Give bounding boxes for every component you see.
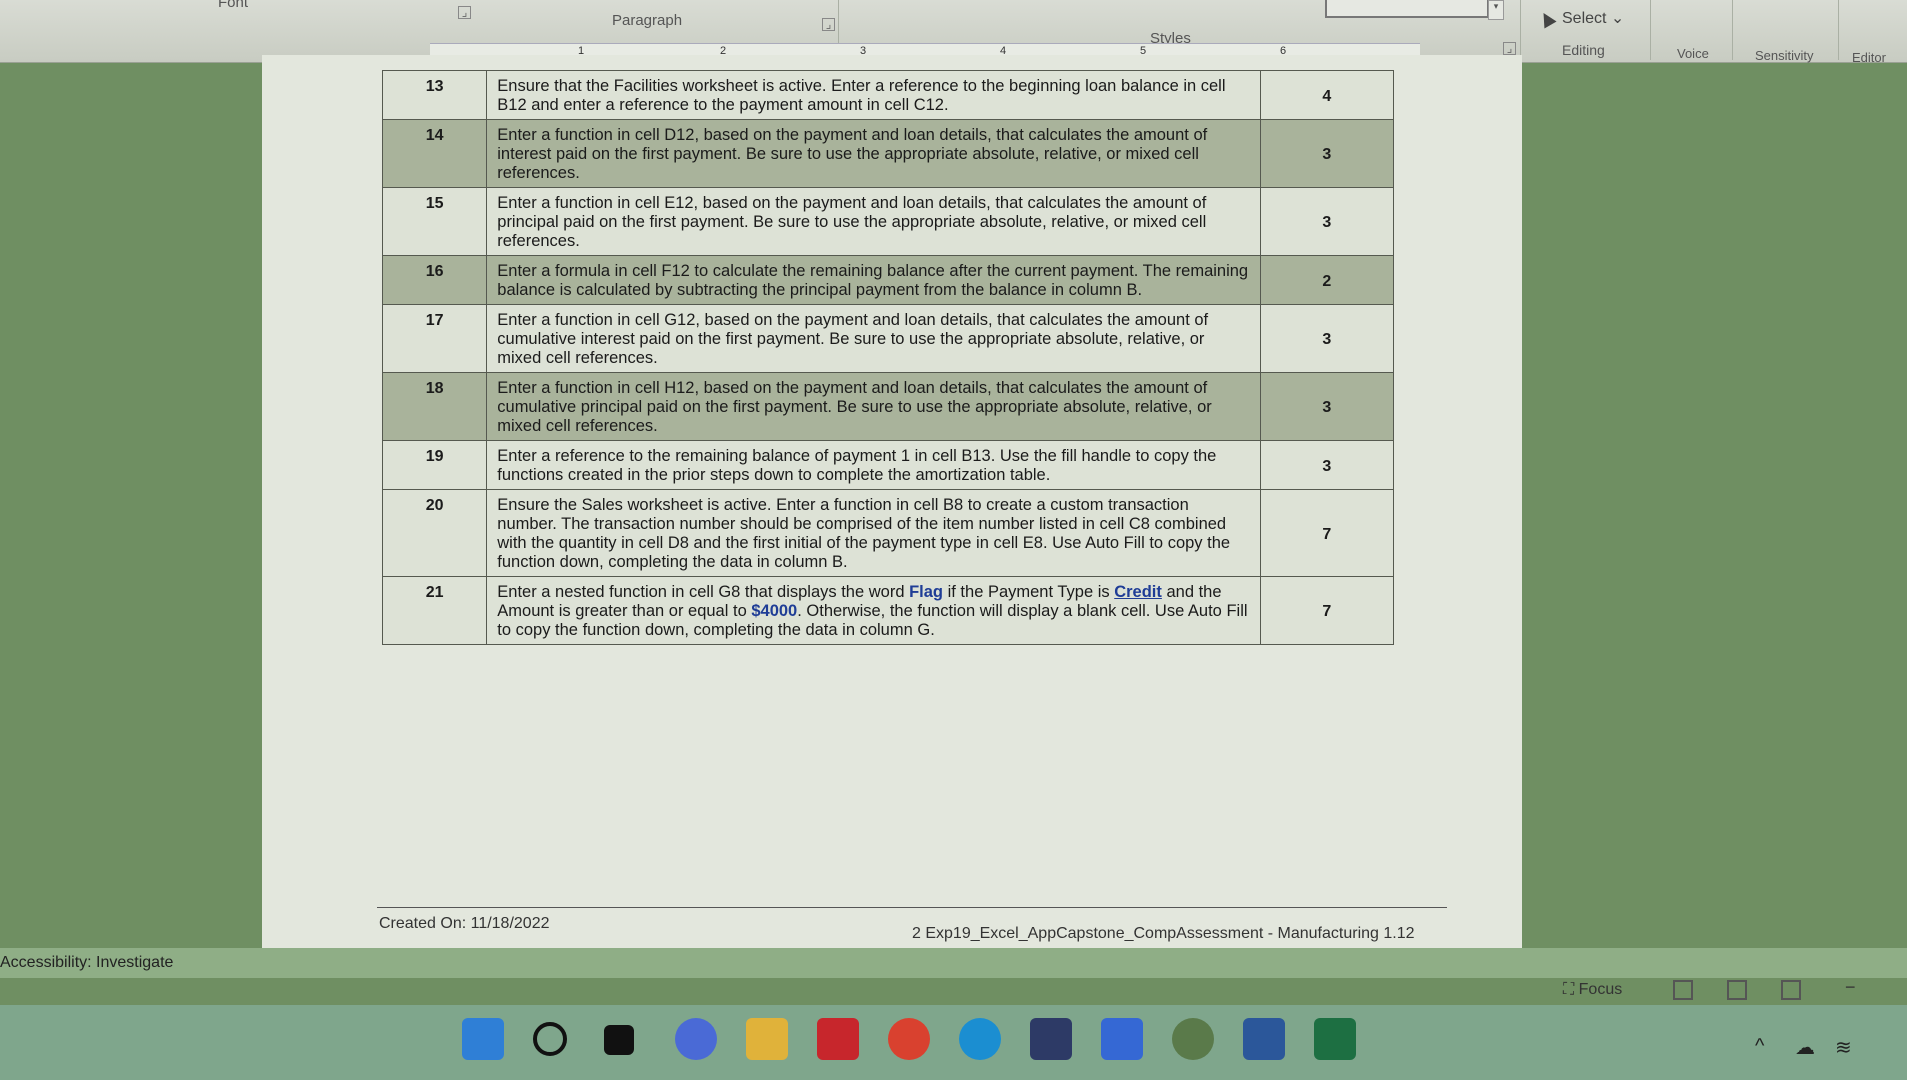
step-description[interactable]: Enter a function in cell G12, based on t…	[486, 304, 1261, 373]
step-description[interactable]: Ensure the Sales worksheet is active. En…	[486, 489, 1261, 577]
step-points: 7	[1259, 576, 1395, 645]
step-number: 18	[381, 372, 488, 441]
step-points: 2	[1259, 255, 1395, 305]
table-row: 16 Enter a formula in cell F12 to calcul…	[381, 255, 1395, 305]
table-row: 13 Ensure that the Facilities worksheet …	[381, 70, 1395, 120]
taskbar: ^ ☁ ≋	[0, 1005, 1907, 1080]
step-number: 21	[381, 576, 488, 645]
step-points: 4	[1259, 70, 1395, 120]
font-group-label: Font	[218, 0, 249, 11]
ribbon-divider	[1732, 0, 1733, 60]
styles-more-icon[interactable]: ▾	[1488, 0, 1504, 20]
step-number: 15	[381, 187, 488, 256]
sensitivity-group-label: Sensitivity	[1755, 48, 1814, 63]
focus-icon: ⛶	[1563, 981, 1575, 998]
step-points: 3	[1259, 304, 1395, 373]
styles-dialog-launcher-icon[interactable]: ⌟	[1503, 42, 1516, 55]
table-row: 17 Enter a function in cell G12, based o…	[381, 304, 1395, 373]
step-description[interactable]: Enter a formula in cell F12 to calculate…	[486, 255, 1261, 305]
start-icon[interactable]	[462, 1018, 504, 1060]
table-row: 21 Enter a nested function in cell G8 th…	[381, 576, 1395, 645]
text-run: if the Payment Type is	[943, 583, 1115, 601]
step-number: 19	[381, 440, 488, 490]
cursor-arrow-icon	[1537, 9, 1557, 29]
step-description[interactable]: Enter a function in cell D12, based on t…	[486, 119, 1261, 188]
ribbon-divider	[1520, 0, 1521, 60]
select-label: Select	[1562, 10, 1607, 27]
editing-group-label: Editing	[1562, 42, 1605, 58]
flag-keyword: Flag	[909, 583, 944, 601]
steps-table: 13 Ensure that the Facilities worksheet …	[381, 70, 1395, 645]
step-number: 17	[381, 304, 488, 373]
search-icon[interactable]	[533, 1022, 567, 1056]
step-description[interactable]: Enter a reference to the remaining balan…	[486, 440, 1261, 490]
step-points: 3	[1259, 187, 1395, 256]
focus-mode-button[interactable]: ⛶ Focus	[1563, 981, 1622, 999]
zoom-out-icon[interactable]: −	[1845, 977, 1856, 998]
document-page[interactable]: 13 Ensure that the Facilities worksheet …	[262, 55, 1522, 950]
table-row: 20 Ensure the Sales worksheet is active.…	[381, 489, 1395, 577]
step-points: 3	[1259, 372, 1395, 441]
status-bar: Accessibility: Investigate	[0, 948, 1907, 978]
task-view-icon[interactable]	[604, 1025, 634, 1055]
print-layout-icon[interactable]	[1727, 980, 1747, 1000]
chevron-down-icon: ⌄	[1610, 10, 1625, 27]
step-number: 14	[381, 119, 488, 188]
step-number: 20	[381, 489, 488, 577]
footer-page-info: 2 Exp19_Excel_AppCapstone_CompAssessment…	[912, 925, 1415, 942]
step-points: 7	[1259, 489, 1395, 577]
chrome-icon[interactable]	[888, 1018, 930, 1060]
accessibility-status[interactable]: Accessibility: Investigate	[0, 954, 173, 972]
table-row: 19 Enter a reference to the remaining ba…	[381, 440, 1395, 490]
step-points: 3	[1259, 119, 1395, 188]
text-run: Enter a nested function in cell G8 that …	[497, 583, 910, 601]
paragraph-dialog-launcher-icon[interactable]: ⌟	[822, 18, 835, 31]
chat-icon[interactable]	[675, 1018, 717, 1060]
view-controls: ⛶ Focus −	[1555, 975, 1907, 1005]
focus-label: Focus	[1578, 981, 1623, 998]
table-row: 15 Enter a function in cell E12, based o…	[381, 187, 1395, 256]
table-row: 14 Enter a function in cell D12, based o…	[381, 119, 1395, 188]
read-mode-icon[interactable]	[1673, 980, 1693, 1000]
excel-icon[interactable]	[1314, 1018, 1356, 1060]
paragraph-group-label: Paragraph	[612, 12, 683, 29]
footer-divider	[377, 907, 1447, 908]
step-description[interactable]: Ensure that the Facilities worksheet is …	[486, 70, 1261, 120]
web-layout-icon[interactable]	[1781, 980, 1801, 1000]
chevron-up-icon[interactable]: ^	[1755, 1035, 1764, 1058]
step-number: 16	[381, 255, 488, 305]
cloud-icon[interactable]: ☁	[1795, 1035, 1815, 1060]
ribbon-divider	[1838, 0, 1839, 60]
step-description[interactable]: Enter a function in cell E12, based on t…	[486, 187, 1261, 256]
chrome-profile-icon[interactable]	[1172, 1018, 1214, 1060]
store-icon[interactable]	[1030, 1018, 1072, 1060]
editor-group-label: Editor	[1852, 50, 1886, 65]
amount-keyword: $4000	[751, 602, 798, 620]
step-number: 13	[381, 70, 488, 120]
wifi-icon[interactable]: ≋	[1835, 1035, 1852, 1060]
credit-keyword: Credit	[1114, 583, 1162, 601]
app-icon[interactable]	[1101, 1018, 1143, 1060]
step-description[interactable]: Enter a function in cell H12, based on t…	[486, 372, 1261, 441]
file-explorer-icon[interactable]	[746, 1018, 788, 1060]
select-button[interactable]: Select ⌄	[1537, 8, 1625, 29]
footer-created-date: Created On: 11/18/2022	[379, 915, 550, 932]
word-icon[interactable]	[1243, 1018, 1285, 1060]
font-dialog-launcher-icon[interactable]: ⌟	[458, 6, 471, 19]
styles-gallery[interactable]	[1325, 0, 1489, 18]
step-description[interactable]: Enter a nested function in cell G8 that …	[486, 576, 1261, 645]
step-points: 3	[1259, 440, 1395, 490]
ribbon-divider	[1650, 0, 1651, 60]
edge-icon[interactable]	[959, 1018, 1001, 1060]
mcafee-icon[interactable]	[817, 1018, 859, 1060]
voice-group-label: Voice	[1677, 46, 1709, 61]
table-row: 18 Enter a function in cell H12, based o…	[381, 372, 1395, 441]
